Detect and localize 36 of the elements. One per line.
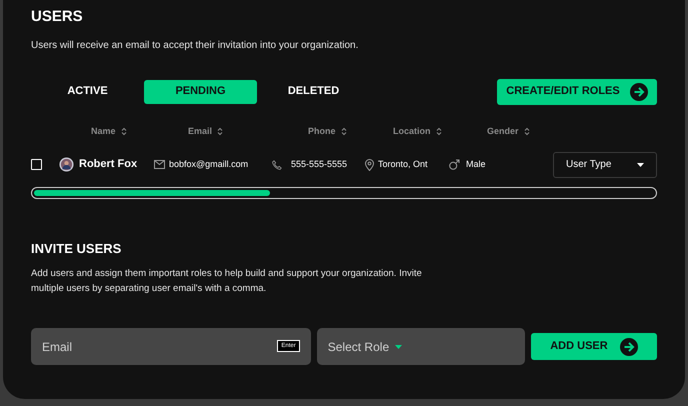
user-location: Toronto, Ont (378, 158, 429, 171)
column-header: Email (188, 124, 212, 138)
section-description: Users will receive an email to accept their invitation into your organization. (31, 38, 360, 52)
envelope-icon (154, 160, 165, 169)
sort-icon[interactable] (120, 127, 127, 136)
create-edit-roles-button[interactable]: CREATE/EDIT ROLES (497, 78, 657, 104)
user-gender: Male (466, 158, 487, 171)
tab[interactable]: ACTIVE (31, 80, 144, 104)
tab[interactable]: DELETED (257, 80, 370, 104)
sort-icon[interactable] (524, 127, 530, 136)
user-type-dropdown[interactable]: User Type (553, 152, 657, 178)
section-title: INVITE USERS (31, 240, 122, 258)
add-user-button[interactable]: ADD USER (530, 333, 657, 360)
avatar-icon (59, 157, 74, 172)
user-name: Robert Fox (79, 157, 138, 172)
column-header: Gender (487, 124, 519, 138)
sort-icon[interactable] (436, 127, 442, 136)
arrow-right-icon (620, 338, 638, 356)
section-title: USERS (31, 7, 84, 27)
phone-icon (272, 160, 282, 170)
user-phone: 555-555-5555 (291, 158, 348, 171)
sort-icon[interactable] (217, 127, 224, 136)
column-header: Location (393, 124, 430, 138)
caret-icon (637, 162, 644, 166)
caret-icon (395, 344, 402, 348)
male-symbol-icon (449, 159, 460, 170)
column-header: Phone (308, 124, 336, 138)
column-header: Name (91, 124, 116, 138)
tab[interactable]: PENDING (144, 80, 257, 104)
arrow-right-icon (630, 82, 648, 100)
row-checkbox[interactable] (31, 159, 42, 170)
select-role-dropdown[interactable]: Select Role (316, 328, 525, 365)
section-description: Add users and assign them important roles to help build and support your organization. Invite multiple users by separating user email's with a comma. (31, 267, 423, 296)
location-pin-icon (365, 158, 374, 170)
sort-icon[interactable] (340, 127, 347, 136)
user-email: bobfox@gmaill.com (169, 158, 250, 171)
